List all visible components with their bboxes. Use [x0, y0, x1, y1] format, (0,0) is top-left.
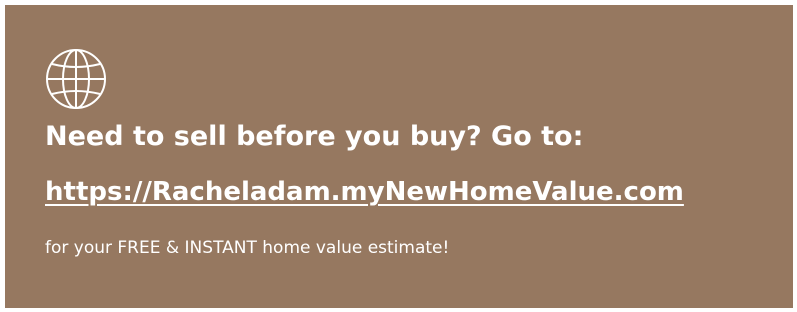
globe-icon	[45, 48, 107, 110]
home-value-link[interactable]: https://Racheladam.myNewHomeValue.com	[45, 172, 684, 212]
banner-headline: Need to sell before you buy? Go to:	[45, 121, 584, 152]
banner-subtext: for your FREE & INSTANT home value estim…	[45, 238, 450, 258]
home-value-banner: Need to sell before you buy? Go to: http…	[5, 5, 793, 308]
